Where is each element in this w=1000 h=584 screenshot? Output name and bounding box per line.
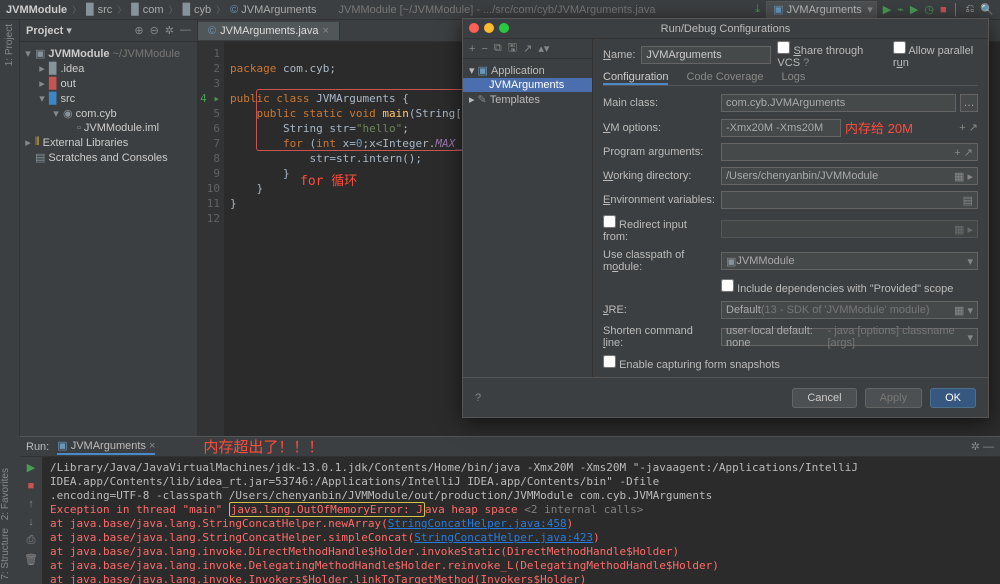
jre-label: JRE:: [603, 304, 715, 316]
jre-select[interactable]: Default (13 - SDK of 'JVMModule' module)…: [721, 301, 978, 319]
console-side-icons: ▶ ■ ↑ ↓ ⎙ 🗑: [20, 437, 42, 584]
env-vars-label: Environment variables:: [603, 194, 715, 206]
console-annotation: 内存超出了！！！: [203, 436, 323, 457]
minimize-window-icon[interactable]: [484, 23, 494, 33]
config-node-jvmarguments[interactable]: JVMArguments: [463, 78, 592, 92]
project-view-selector[interactable]: Project ▾: [26, 24, 72, 37]
capture-snapshots-checkbox[interactable]: Enable capturing form snapshots: [603, 355, 780, 371]
down-icon[interactable]: ↓: [28, 516, 34, 528]
run-tab[interactable]: ▣ JVMArguments ×: [57, 439, 155, 455]
main-class-field[interactable]: com.cyb.JVMArguments: [721, 94, 956, 112]
share-vcs-checkbox[interactable]: Share through VCS ?: [777, 41, 880, 69]
code-highlight-box: [256, 89, 466, 151]
shorten-cmd-select[interactable]: user-local default: none - java [options…: [721, 328, 978, 346]
rerun-icon[interactable]: ▶: [27, 461, 35, 474]
search-icon[interactable]: 🔍: [980, 3, 994, 16]
vm-options-label: VM options:: [603, 122, 715, 134]
project-settings-icon[interactable]: ✲: [165, 24, 174, 37]
config-tree-pane: + − ⧉ 🖫 ↗ ▴▾ ▾▣Application JVMArguments …: [463, 39, 593, 377]
config-form-pane: Name: Share through VCS ? Allow parallel…: [593, 39, 988, 377]
top-toolbar: JVMModule 〉▉src 〉▉com 〉▉cyb 〉©JVMArgumen…: [0, 0, 1000, 20]
project-collapse-icon[interactable]: ⊖: [150, 24, 159, 37]
code-coverage-tab[interactable]: Code Coverage: [686, 71, 763, 85]
add-config-icon[interactable]: +: [469, 43, 475, 55]
editor-tab[interactable]: ©JVMArguments.java×: [198, 22, 340, 40]
project-pane: Project ▾ ⊕ ⊖ ✲ — ▾▣JVMModule ~/JVMModul…: [20, 20, 198, 436]
console-output[interactable]: /Library/Java/JavaVirtualMachines/jdk-13…: [42, 437, 1000, 584]
project-expand-icon[interactable]: ⊕: [134, 24, 143, 37]
favorites-tab[interactable]: 2: Favorites: [0, 464, 20, 524]
code-annotation: for 循环: [300, 174, 357, 189]
cancel-button[interactable]: Cancel: [792, 388, 856, 408]
run-console: Run: ▣ JVMArguments × 内存超出了！！！ ✲ — ▶ ■ ↑…: [0, 436, 1000, 584]
config-tabs: Configuration Code Coverage Logs: [603, 71, 978, 86]
stop2-icon[interactable]: ■: [28, 480, 35, 492]
configuration-tab[interactable]: Configuration: [603, 71, 668, 85]
program-args-field[interactable]: + ↗: [721, 143, 978, 161]
structure-tab[interactable]: 7: Structure: [0, 524, 20, 584]
classpath-module-select[interactable]: ▣ JVMModule▾: [721, 252, 978, 270]
apply-button[interactable]: Apply: [865, 388, 923, 408]
browse-class-icon[interactable]: …: [960, 94, 978, 112]
help-icon[interactable]: ?: [475, 392, 481, 404]
run-debug-config-dialog: Run/Debug Configurations + − ⧉ 🖫 ↗ ▴▾ ▾▣…: [462, 18, 989, 418]
console-settings-icon[interactable]: ✲ —: [971, 440, 994, 453]
save-config-icon[interactable]: 🖫: [508, 39, 517, 58]
run-icon[interactable]: ▶: [883, 3, 891, 16]
shorten-cmd-label: Shorten command line:: [603, 325, 715, 349]
working-dir-field[interactable]: /Users/chenyanbin/JVMModule▦ ▸: [721, 167, 978, 185]
ok-button[interactable]: OK: [930, 388, 976, 408]
env-vars-field[interactable]: ▤: [721, 191, 978, 209]
close-window-icon[interactable]: [469, 23, 479, 33]
project-tool-tab[interactable]: 1: Project: [4, 20, 15, 70]
export-icon[interactable]: ⎙: [27, 534, 36, 547]
build-icon[interactable]: ⤓: [755, 3, 760, 16]
vm-expand-icon[interactable]: + ↗: [959, 121, 978, 134]
up-icon[interactable]: ↑: [28, 498, 34, 510]
left-tool-strip: 1: Project: [0, 20, 20, 436]
project-tree[interactable]: ▾▣JVMModule ~/JVMModule ▸▉.idea ▸▉out ▾▉…: [20, 42, 197, 169]
edit-config-icon[interactable]: ↗: [523, 42, 532, 55]
vm-annotation: 内存给 20M: [845, 118, 913, 137]
breadcrumb[interactable]: JVMModule 〉▉src 〉▉com 〉▉cyb 〉©JVMArgumen…: [6, 3, 316, 16]
project-hide-icon[interactable]: —: [180, 24, 191, 37]
run-tool-label: Run:: [26, 441, 49, 453]
run-config-dropdown[interactable]: ▣ JVMArguments ▾: [766, 1, 877, 18]
main-class-label: Main class:: [603, 97, 715, 109]
copy-config-icon[interactable]: ⧉: [494, 42, 502, 55]
redirect-input-field: ▦ ▸: [721, 220, 978, 238]
classpath-module-label: Use classpath of module:: [603, 249, 715, 273]
config-node-templates[interactable]: ▸✎Templates: [463, 92, 592, 107]
working-dir-label: Working directory:: [603, 170, 715, 182]
zoom-window-icon[interactable]: [499, 23, 509, 33]
config-node-application[interactable]: ▾▣Application: [463, 63, 592, 78]
allow-parallel-checkbox[interactable]: Allow parallel run: [893, 41, 978, 69]
line-gutter: 1234 ▸56789101112: [198, 42, 224, 436]
stop-icon[interactable]: ■: [940, 4, 947, 16]
coverage-icon[interactable]: ▶: [910, 3, 918, 16]
logs-tab[interactable]: Logs: [782, 71, 806, 85]
vm-options-field[interactable]: -Xmx20M -Xms20M: [721, 119, 841, 137]
dialog-titlebar: Run/Debug Configurations: [463, 19, 988, 39]
close-icon[interactable]: ×: [323, 25, 329, 37]
include-provided-checkbox[interactable]: Include dependencies with "Provided" sco…: [721, 279, 953, 295]
redirect-input-label: Redirect input from:: [603, 215, 715, 243]
name-input[interactable]: [641, 46, 771, 64]
debug-icon[interactable]: ⌁: [897, 3, 904, 16]
trash-icon[interactable]: 🗑: [24, 553, 38, 566]
git-icon[interactable]: ⎌: [965, 3, 974, 16]
remove-config-icon[interactable]: −: [481, 43, 487, 55]
name-label: Name:: [603, 49, 635, 61]
profile-icon[interactable]: ◷: [924, 3, 934, 16]
program-args-label: Program arguments:: [603, 146, 715, 158]
window-subtitle: JVMModule [~/JVMModule] - .../src/com/cy…: [338, 4, 655, 16]
